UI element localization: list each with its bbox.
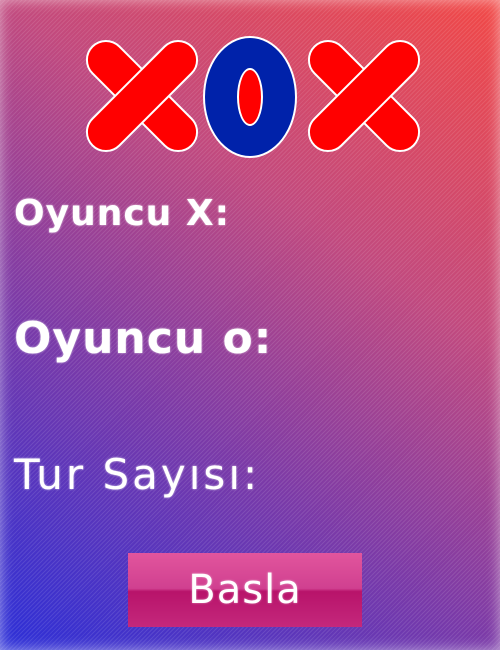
game-logo bbox=[78, 36, 423, 160]
logo-x-left bbox=[82, 36, 202, 156]
logo-o bbox=[203, 36, 297, 158]
logo-x-right bbox=[304, 36, 424, 156]
rounds-label: Tur Sayısı: bbox=[14, 450, 261, 499]
player-o-label: Oyuncu o: bbox=[14, 313, 273, 364]
start-button[interactable]: Basla bbox=[128, 553, 362, 627]
player-x-label: Oyuncu X: bbox=[14, 193, 230, 234]
